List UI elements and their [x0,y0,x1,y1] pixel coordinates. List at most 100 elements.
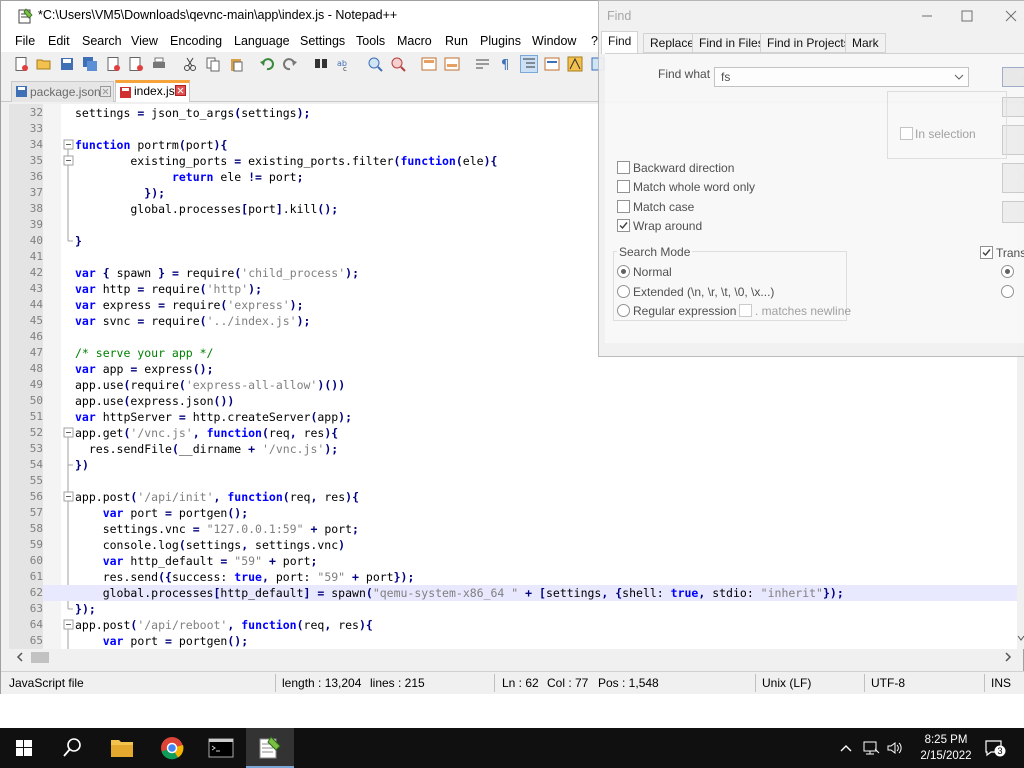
line-number[interactable]: 48 [9,361,43,377]
line-number[interactable]: 45 [9,313,43,329]
horizontal-scrollbar[interactable] [9,649,1017,666]
tab-index-js[interactable]: index.js [115,80,190,102]
find-tab-mark[interactable]: Mark [845,33,886,53]
chevron-up-icon[interactable] [838,740,854,756]
line-number[interactable]: 32 [9,105,43,121]
find-what-input[interactable]: fs [714,67,969,87]
new-file-icon[interactable] [13,56,29,72]
match-case-checkbox[interactable] [617,200,630,213]
menu-help[interactable]: ? [591,34,598,48]
line-number[interactable]: 46 [9,329,43,345]
search-icon[interactable] [48,728,96,768]
indent-guide-icon[interactable] [520,55,538,73]
line-number[interactable]: 50 [9,393,43,409]
undo-icon[interactable] [259,56,275,72]
scroll-down-icon[interactable] [1017,634,1024,642]
code-line[interactable]: 57 var port = portgen(); [9,505,1024,521]
menu-window[interactable]: Window [532,34,576,48]
line-number[interactable]: 52 [9,425,43,441]
menu-tools[interactable]: Tools [356,34,385,48]
line-number[interactable]: 61 [9,569,43,585]
open-file-icon[interactable] [36,56,52,72]
line-number[interactable]: 38 [9,201,43,217]
paste-icon[interactable] [228,56,244,72]
line-number[interactable]: 63 [9,601,43,617]
horizontal-scroll-thumb[interactable] [31,652,49,663]
line-number[interactable]: 34 [9,137,43,153]
line-number[interactable]: 47 [9,345,43,361]
zoom-out-icon[interactable] [390,56,406,72]
menu-run[interactable]: Run [445,34,468,48]
line-number[interactable]: 36 [9,169,43,185]
find-icon[interactable] [313,56,329,72]
close-file-icon[interactable] [105,56,121,72]
code-line[interactable]: 54}) [9,457,1024,473]
volume-icon[interactable] [886,740,904,756]
minimize-icon[interactable] [917,6,937,26]
transparency-checkbox[interactable] [980,246,993,259]
code-line[interactable]: 63}); [9,601,1024,617]
tab-package-json[interactable]: package.json [11,81,114,102]
line-number[interactable]: 54 [9,457,43,473]
redo-icon[interactable] [282,56,298,72]
windows-start-icon[interactable] [0,728,48,768]
code-line[interactable]: 51 var httpServer = http.createServer(app… [9,409,1024,425]
chrome-icon[interactable] [148,728,196,768]
find-all-opened-button[interactable]: F [1002,163,1024,193]
code-line[interactable]: 59 console.log(settings, settings.vnc) [9,537,1024,553]
print-icon[interactable] [151,56,167,72]
udl-icon[interactable] [544,56,560,72]
menu-language[interactable]: Language [234,34,290,48]
line-number[interactable]: 44 [9,297,43,313]
maximize-icon[interactable] [957,6,977,26]
word-wrap-icon[interactable] [475,56,491,72]
close-tab-icon[interactable] [100,86,111,97]
doc-map-icon[interactable] [567,56,583,72]
menu-encoding[interactable]: Encoding [170,34,222,48]
copy-icon[interactable] [205,56,221,72]
file-explorer-icon[interactable] [98,728,146,768]
line-number[interactable]: 57 [9,505,43,521]
menu-view[interactable]: View [131,34,158,48]
zoom-in-icon[interactable] [367,56,383,72]
transparency-always-radio[interactable] [1001,285,1014,298]
notepadpp-taskbar-button[interactable] [246,728,294,768]
menu-search[interactable]: Search [82,34,122,48]
mode-extended-radio[interactable] [617,285,630,298]
line-number[interactable]: 49 [9,377,43,393]
code-line[interactable]: 48 var app = express(); [9,361,1024,377]
find-tab-find-in-files[interactable]: Find in Files [692,33,771,53]
close-all-icon[interactable] [128,56,144,72]
find-next-button[interactable] [1002,67,1024,87]
code-line[interactable]: 65 var port = portgen(); [9,633,1024,649]
line-number[interactable]: 43 [9,281,43,297]
close-button[interactable] [1002,201,1024,223]
menu-plugins[interactable]: Plugins [480,34,521,48]
wrap-around-checkbox[interactable] [617,219,630,232]
show-all-chars-icon[interactable]: ¶ [498,56,514,72]
line-number[interactable]: 33 [9,121,43,137]
line-number[interactable]: 62 [9,585,43,601]
save-icon[interactable] [59,56,75,72]
line-number[interactable]: 55 [9,473,43,489]
line-number[interactable]: 40 [9,233,43,249]
sync-horizontal-icon[interactable] [444,56,460,72]
mode-regex-radio[interactable] [617,304,630,317]
save-all-icon[interactable] [82,56,98,72]
line-number[interactable]: 37 [9,185,43,201]
scroll-right-icon[interactable] [1003,652,1013,662]
line-number[interactable]: 35 [9,153,43,169]
code-line[interactable]: 52 app.get('/vnc.js', function(req, res){ [9,425,1024,441]
line-number[interactable]: 60 [9,553,43,569]
code-line[interactable]: 61 res.send({success: true, port: "59" +… [9,569,1024,585]
menu-file[interactable]: File [15,34,35,48]
taskbar-clock[interactable]: 8:25 PM 2/15/2022 [918,732,974,764]
code-line[interactable]: 49 app.use(require('express-all-allow')()… [9,377,1024,393]
network-icon[interactable] [862,740,880,756]
line-number[interactable]: 41 [9,249,43,265]
match-whole-word-checkbox[interactable] [617,180,630,193]
scroll-left-icon[interactable] [15,652,25,662]
line-number[interactable]: 65 [9,633,43,649]
line-number[interactable]: 42 [9,265,43,281]
code-line[interactable]: 64 app.post('/api/reboot', function(req, … [9,617,1024,633]
